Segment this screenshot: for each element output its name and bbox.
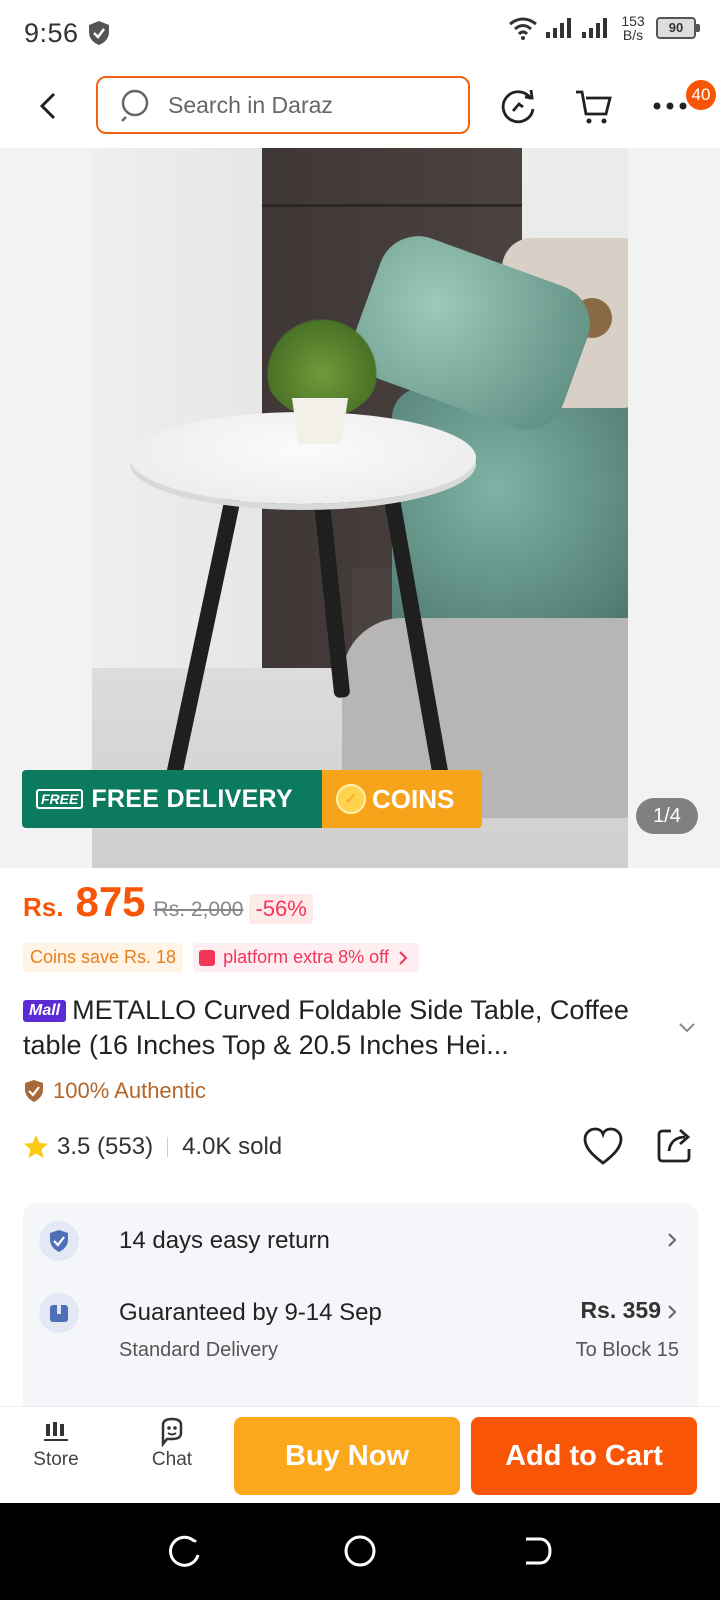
heart-icon[interactable] — [581, 1125, 625, 1169]
free-delivery-banner: FREE FREE DELIVERY ✓ COINS — [22, 770, 482, 828]
divider — [167, 1137, 169, 1157]
status-bar: 9:56 153 B/s 90 — [0, 0, 720, 66]
net-speed: 153 B/s — [616, 14, 650, 42]
recent-apps-icon[interactable] — [166, 1533, 202, 1569]
store-icon — [41, 1417, 71, 1447]
rating-row: 3.5 (553) 4.0K sold — [23, 1127, 703, 1165]
wifi-icon — [509, 17, 537, 40]
buy-now-button[interactable]: Buy Now — [234, 1417, 460, 1495]
delivery-price: Rs. 359 — [580, 1297, 661, 1323]
share-icon[interactable] — [655, 1125, 695, 1165]
store-label: Store — [33, 1449, 79, 1470]
product-image[interactable] — [92, 148, 628, 868]
product-gallery[interactable]: FREE FREE DELIVERY ✓ COINS 1/4 — [0, 148, 720, 868]
cart-button[interactable] — [572, 84, 616, 128]
coins-label: COINS — [372, 783, 455, 814]
discount-badge: -56% — [249, 894, 313, 924]
rating-value[interactable]: 3.5 (553) — [57, 1133, 153, 1161]
promo-row: Coins save Rs. 18 platform extra 8% off — [23, 943, 419, 972]
chat-label: Chat — [151, 1449, 193, 1470]
delivery-title: Guaranteed by 9-14 Sep — [119, 1299, 382, 1326]
product-title-block[interactable]: Mall METALLO Curved Foldable Side Table, … — [23, 993, 663, 1063]
package-icon — [39, 1293, 79, 1333]
home-icon[interactable] — [342, 1533, 378, 1569]
chevron-right-icon — [399, 950, 408, 965]
back-button[interactable] — [30, 88, 66, 124]
back-nav-icon[interactable] — [518, 1533, 554, 1569]
search-placeholder: Search in Daraz — [168, 91, 333, 118]
price-row: Rs. 875 Rs. 2,000 -56% — [23, 878, 313, 926]
image-page-indicator: 1/4 — [636, 798, 698, 834]
price-currency: Rs. — [23, 892, 64, 922]
shield-icon — [88, 21, 109, 45]
authentic-label: 100% Authentic — [53, 1078, 206, 1103]
net-speed-value: 153 — [621, 13, 645, 29]
bottom-action-bar: Store Chat Buy Now Add to Cart — [0, 1406, 720, 1502]
search-icon — [121, 89, 149, 122]
search-input[interactable]: Search in Daraz — [96, 76, 470, 134]
voucher-icon — [199, 949, 216, 966]
coins-save-tag: Coins save Rs. 18 — [23, 943, 184, 972]
status-time: 9:56 — [24, 17, 79, 48]
cart-count-badge: 40 — [686, 80, 716, 110]
platform-discount-label: platform extra 8% off — [223, 947, 389, 967]
star-icon — [24, 1135, 48, 1158]
sold-count: 4.0K sold — [182, 1133, 283, 1160]
history-button[interactable] — [496, 84, 540, 128]
mall-badge: Mall — [23, 1000, 67, 1022]
delivery-location: To Block 15 — [575, 1339, 679, 1361]
chevron-down-icon[interactable] — [676, 1016, 698, 1038]
shield-icon — [25, 1080, 43, 1102]
more-icon — [653, 102, 687, 110]
chevron-left-icon — [39, 92, 56, 120]
net-speed-unit: B/s — [622, 27, 644, 43]
signal-icon-2 — [582, 18, 607, 38]
price-original: Rs. 2,000 — [153, 898, 244, 921]
delivery-row[interactable]: Guaranteed by 9-14 Sep Standard Delivery… — [39, 1293, 679, 1383]
return-shield-icon — [39, 1221, 79, 1261]
coin-icon: ✓ — [336, 784, 366, 814]
price-current: 875 — [75, 878, 146, 925]
store-button[interactable]: Store — [16, 1417, 96, 1471]
free-delivery-label: FREE DELIVERY — [91, 784, 293, 813]
authentic-badge: 100% Authentic — [23, 1078, 206, 1104]
product-title: METALLO Curved Foldable Side Table, Coff… — [23, 995, 629, 1060]
status-indicators: 153 B/s 90 — [508, 14, 700, 42]
battery-icon: 90 — [656, 17, 700, 39]
chat-icon — [157, 1417, 187, 1447]
chat-button[interactable]: Chat — [132, 1417, 212, 1471]
header: Search in Daraz 40 — [0, 66, 720, 148]
platform-discount-tag[interactable]: platform extra 8% off — [193, 943, 419, 972]
system-nav-bar — [0, 1503, 720, 1600]
returns-row[interactable]: 14 days easy return — [39, 1219, 679, 1263]
chevron-right-icon — [668, 1233, 677, 1247]
services-card: 14 days easy return Guaranteed by 9-14 S… — [23, 1203, 698, 1423]
add-to-cart-button[interactable]: Add to Cart — [471, 1417, 697, 1495]
history-icon — [501, 89, 535, 124]
more-button[interactable] — [648, 84, 692, 128]
returns-label: 14 days easy return — [119, 1227, 330, 1254]
cart-icon — [576, 90, 612, 124]
delivery-type: Standard Delivery — [119, 1339, 278, 1361]
chevron-right-icon — [668, 1305, 677, 1319]
free-truck-icon: FREE — [36, 789, 84, 809]
signal-icon — [546, 18, 571, 38]
